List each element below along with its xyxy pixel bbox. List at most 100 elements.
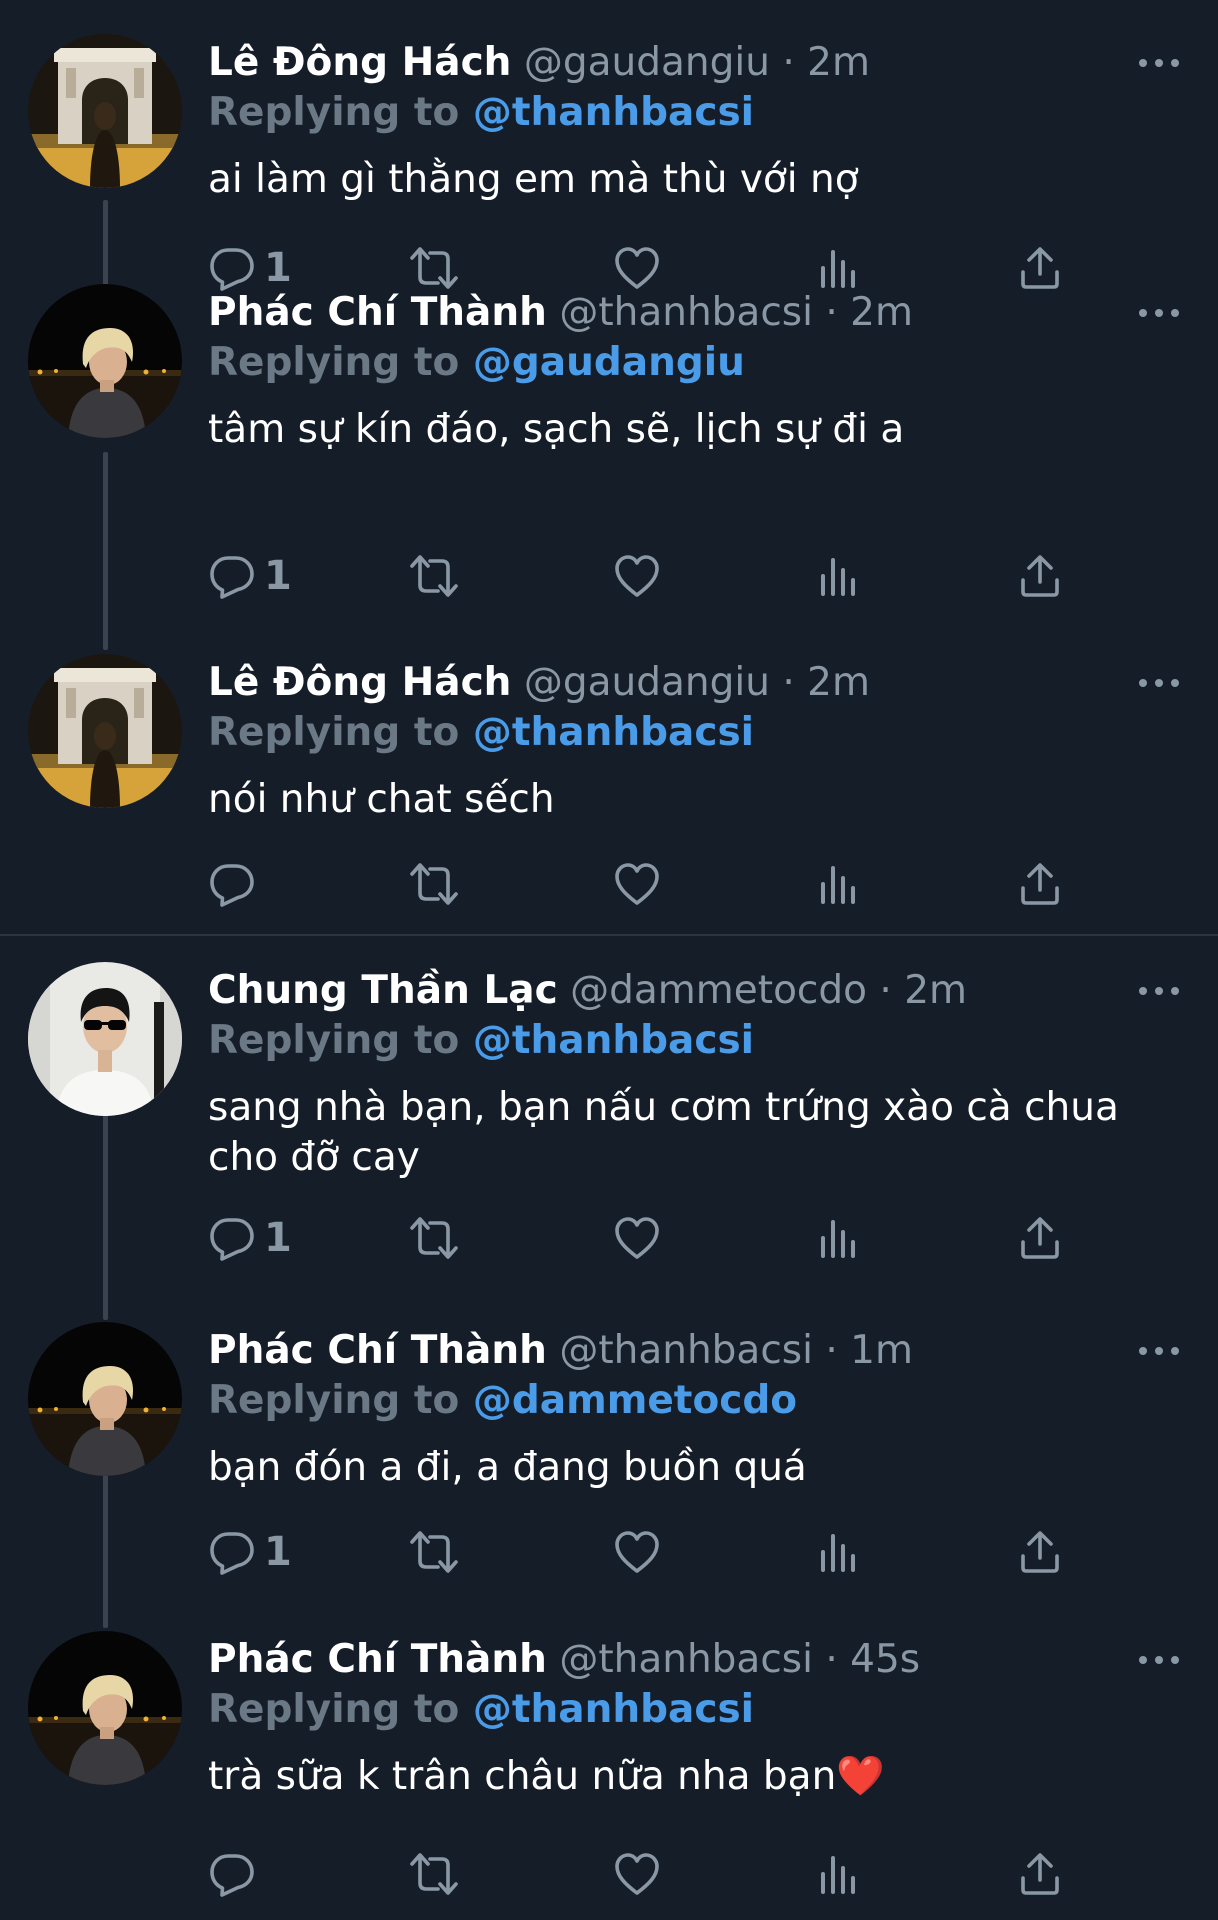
reply-icon [208,1528,256,1576]
reply-button[interactable]: 1 [208,546,292,606]
replying-to-handle[interactable]: @thanhbacsi [473,1687,754,1732]
like-button[interactable] [613,854,661,914]
tweet-header: Phác Chí Thành @thanhbacsi · 45s [208,1632,920,1688]
tweet-header: Phác Chí Thành @thanhbacsi · 1m [208,1323,913,1379]
thread-divider [0,934,1218,936]
tweet-actions: 1 [0,1208,1218,1268]
analytics-button[interactable] [815,1208,863,1268]
replying-to-line: Replying to @thanhbacsi [208,1015,754,1067]
more-icon[interactable] [1135,1650,1183,1670]
like-button[interactable] [613,1208,661,1268]
retweet-icon [406,1214,462,1262]
retweet-button[interactable] [406,546,462,606]
tweet-actions: 1 [0,546,1218,606]
replying-to-handle[interactable]: @dammetocdo [473,1378,797,1423]
more-icon[interactable] [1135,53,1183,73]
author-handle[interactable]: @dammetocdo [570,968,867,1013]
replying-to-handle[interactable]: @gaudangiu [473,340,745,385]
arch-avatar[interactable] [28,34,182,188]
tweet-text: bạn đón a đi, a đang buồn quá [208,1445,807,1490]
tweet-text: trà sữa k trân châu nữa nha bạn❤️ [208,1754,885,1799]
retweet-button[interactable] [406,1522,462,1582]
sunglasses-avatar[interactable] [28,962,182,1116]
more-icon[interactable] [1135,1341,1183,1361]
author-name[interactable]: Lê Đông Hách [208,40,511,85]
separator-dot: · [769,660,808,705]
reply-button[interactable]: 1 [208,1522,292,1582]
author-handle[interactable]: @gaudangiu [524,660,770,705]
share-button[interactable] [1016,1844,1064,1904]
tweet-header: Lê Đông Hách @gaudangiu · 2m [208,655,870,711]
timestamp[interactable]: 1m [850,1328,913,1373]
separator-dot: · [769,40,808,85]
more-icon[interactable] [1135,303,1183,323]
author-name[interactable]: Phác Chí Thành [208,290,547,335]
retweet-icon [406,1528,462,1576]
retweet-button[interactable] [406,1208,462,1268]
author-handle[interactable]: @thanhbacsi [559,290,813,335]
replying-to-label: Replying to [208,340,460,385]
tweet-actions [0,854,1218,914]
timestamp[interactable]: 2m [807,40,870,85]
analytics-button[interactable] [815,1522,863,1582]
reply-icon [208,860,256,908]
author-name[interactable]: Phác Chí Thành [208,1637,547,1682]
replying-to-line: Replying to @thanhbacsi [208,707,754,759]
share-icon [1016,552,1064,600]
share-button[interactable] [1016,854,1064,914]
like-button[interactable] [613,1522,661,1582]
replying-to-handle[interactable]: @thanhbacsi [473,90,754,135]
analytics-icon [815,552,863,600]
heart-icon [613,1850,661,1898]
author-handle[interactable]: @thanhbacsi [559,1637,813,1682]
timestamp[interactable]: 2m [807,660,870,705]
author-handle[interactable]: @thanhbacsi [559,1328,813,1373]
replying-to-label: Replying to [208,90,460,135]
heart-icon [613,552,661,600]
timestamp[interactable]: 2m [850,290,913,335]
replying-to-handle[interactable]: @thanhbacsi [473,710,754,755]
tweet-text: nói như chat sếch [208,777,555,822]
night-avatar[interactable] [28,1322,182,1476]
like-button[interactable] [613,546,661,606]
retweet-button[interactable] [406,854,462,914]
share-button[interactable] [1016,1208,1064,1268]
heart-icon [613,1528,661,1576]
analytics-icon [815,1850,863,1898]
more-icon[interactable] [1135,981,1183,1001]
author-name[interactable]: Lê Đông Hách [208,660,511,705]
night-avatar[interactable] [28,284,182,438]
analytics-button[interactable] [815,546,863,606]
timestamp[interactable]: 45s [850,1637,920,1682]
more-icon[interactable] [1135,673,1183,693]
timestamp[interactable]: 2m [904,968,967,1013]
share-button[interactable] [1016,546,1064,606]
share-button[interactable] [1016,1522,1064,1582]
author-name[interactable]: Chung Thần Lạc [208,968,558,1013]
like-button[interactable] [613,1844,661,1904]
replying-to-label: Replying to [208,1378,460,1423]
replying-to-line: Replying to @thanhbacsi [208,1684,754,1736]
reply-button[interactable] [208,854,264,914]
retweet-button[interactable] [406,1844,462,1904]
analytics-button[interactable] [815,854,863,914]
analytics-icon [815,1528,863,1576]
tweet-actions: 1 [0,1522,1218,1582]
share-icon [1016,244,1064,292]
separator-dot: · [812,1328,851,1373]
reply-count: 1 [264,1529,292,1575]
reply-button[interactable]: 1 [208,1208,292,1268]
analytics-button[interactable] [815,1844,863,1904]
replying-to-line: Replying to @dammetocdo [208,1375,797,1427]
heart-icon [613,1214,661,1262]
analytics-icon [815,1214,863,1262]
arch-avatar[interactable] [28,654,182,808]
author-name[interactable]: Phác Chí Thành [208,1328,547,1373]
replying-to-handle[interactable]: @thanhbacsi [473,1018,754,1063]
reply-button[interactable] [208,1844,264,1904]
reply-count: 1 [264,553,292,599]
author-handle[interactable]: @gaudangiu [524,40,770,85]
replying-to-label: Replying to [208,710,460,755]
share-button[interactable] [1016,238,1064,298]
night-avatar[interactable] [28,1631,182,1785]
